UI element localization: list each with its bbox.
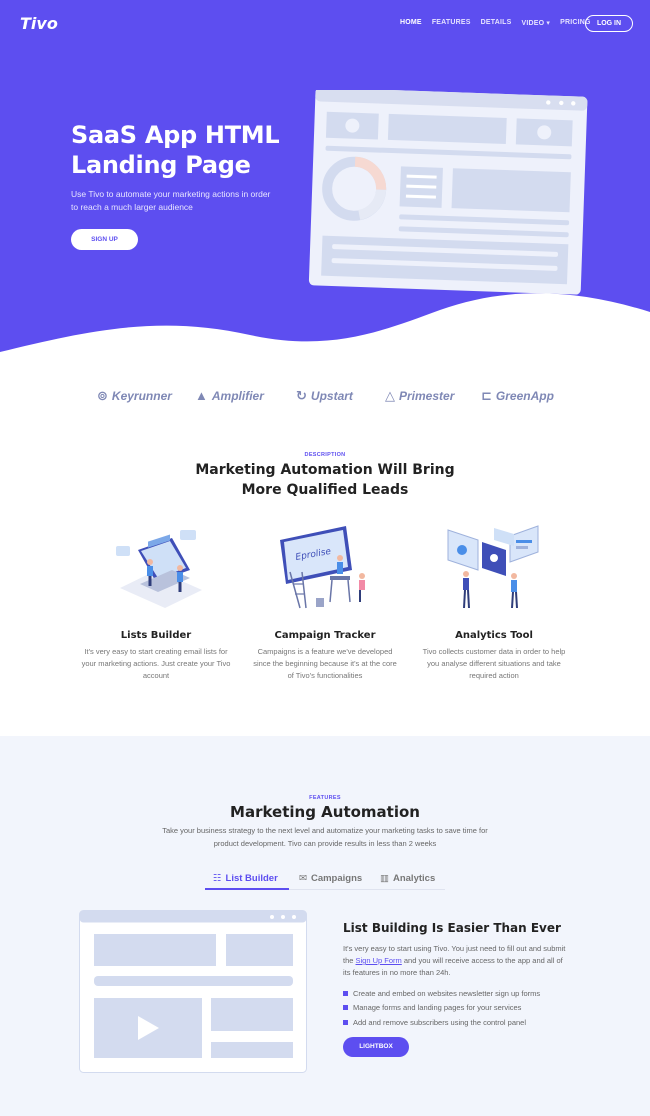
- feature-text-analytics-tool: Tivo collects customer data in order to …: [422, 647, 566, 680]
- upstart-icon: ↻: [296, 388, 307, 403]
- description-eyebrow: DESCRIPTION: [304, 452, 346, 458]
- nav-link-home[interactable]: HOME: [400, 19, 422, 27]
- feature-title-analytics-tool: Analytics Tool: [455, 630, 533, 641]
- brand-label: Upstart: [310, 389, 353, 403]
- tab-analytics[interactable]: ▥ Analytics: [380, 873, 435, 884]
- brand-amplifier: ▲ Amplifier: [195, 388, 264, 403]
- brand-upstart: ↻ Upstart: [296, 388, 353, 404]
- feature-title-lists-builder: Lists Builder: [120, 630, 192, 641]
- hero-browser-illustration: [308, 90, 588, 295]
- bullet-square-icon: [343, 1005, 348, 1011]
- description-title-line1: Marketing Automation Will Bring: [195, 462, 455, 478]
- features-title: Marketing Automation: [230, 803, 420, 821]
- signup-form-link[interactable]: Sign Up Form: [356, 956, 402, 965]
- list-builder-illustration: [79, 910, 307, 1073]
- primester-icon: △: [385, 388, 395, 403]
- brand-primester: △ Primester: [385, 388, 454, 404]
- brand-greenapp: ⊏ GreenApp: [481, 388, 554, 404]
- nav-links: HOME FEATURES DETAILS VIDEO ▾ PRICING: [400, 19, 591, 27]
- brand-label: Amplifier: [211, 388, 264, 403]
- panel-title: List Building Is Easier Than Ever: [343, 921, 561, 935]
- analytics-tool-illustration: [447, 525, 539, 609]
- list-icon: ☷: [213, 873, 222, 884]
- campaign-tracker-illustration: Eprolise: [280, 526, 365, 609]
- panel-text: It's very easy to start using Tivo. You …: [343, 943, 568, 979]
- keyrunner-icon: ⊚: [97, 388, 108, 403]
- nav-link-video[interactable]: VIDEO ▾: [521, 19, 550, 27]
- feature-title-campaign-tracker: Campaign Tracker: [274, 630, 376, 641]
- hero-title: SaaS App HTML Landing Page: [71, 121, 280, 179]
- feature-text-lists-builder: It's very easy to start creating email l…: [81, 647, 231, 680]
- tab-label: Campaigns: [310, 873, 363, 884]
- features-subtitle: Take your business strategy to the next …: [162, 826, 488, 848]
- hero-section: Tivo HOME FEATURES DETAILS VIDEO ▾ PRICI…: [0, 0, 650, 360]
- partner-logos: ⊚ Keyrunner ▲ Amplifier ↻ Upstart △ Prim…: [0, 388, 650, 408]
- list-item: Add and remove subscribers using the con…: [343, 1015, 583, 1030]
- list-item: Manage forms and landing pages for your …: [343, 1001, 583, 1016]
- bullet-text: Create and embed on websites newsletter …: [353, 988, 541, 998]
- list-item: Create and embed on websites newsletter …: [343, 986, 583, 1001]
- feature-tabs: ☷ List Builder ✉ Campaigns ▥ Analytics: [205, 873, 445, 890]
- hero-wave: [0, 293, 650, 360]
- lists-builder-illustration: [116, 530, 202, 608]
- bullet-square-icon: [343, 990, 348, 996]
- envelope-icon: ✉: [299, 873, 307, 884]
- lightbox-button[interactable]: LIGHTBOX: [343, 1037, 409, 1057]
- features-eyebrow: FEATURES: [309, 795, 341, 801]
- nav-link-details[interactable]: DETAILS: [481, 19, 512, 27]
- amplifier-icon: ▲: [195, 388, 208, 403]
- tab-label: List Builder: [225, 873, 278, 884]
- hero-subtitle: Use Tivo to automate your marketing acti…: [71, 189, 271, 212]
- logo[interactable]: Tivo: [20, 14, 58, 33]
- greenapp-icon: ⊏: [481, 388, 492, 403]
- tab-campaigns[interactable]: ✉ Campaigns: [299, 873, 362, 884]
- brand-label: Primester: [399, 389, 455, 403]
- active-tab-indicator: [205, 888, 289, 890]
- brand-label: Keyrunner: [111, 389, 172, 403]
- brand-keyrunner: ⊚ Keyrunner: [97, 388, 172, 404]
- bullet-square-icon: [343, 1019, 348, 1025]
- description-title-line2: More Qualified Leads: [241, 482, 409, 498]
- signup-button[interactable]: SIGN UP: [71, 229, 138, 250]
- tab-label: Analytics: [392, 873, 436, 884]
- login-button[interactable]: LOG IN: [585, 15, 633, 32]
- navbar: Tivo HOME FEATURES DETAILS VIDEO ▾ PRICI…: [0, 0, 650, 48]
- panel-bullets: Create and embed on websites newsletter …: [343, 986, 583, 1030]
- bullet-text: Manage forms and landing pages for your …: [353, 1003, 522, 1013]
- bullet-text: Add and remove subscribers using the con…: [353, 1017, 527, 1027]
- tab-list-builder[interactable]: ☷ List Builder: [213, 873, 278, 884]
- brand-label: GreenApp: [495, 389, 554, 403]
- nav-link-features[interactable]: FEATURES: [432, 19, 471, 27]
- bar-chart-icon: ▥: [380, 873, 389, 884]
- feature-text-campaign-tracker: Campaigns is a feature we've developed s…: [253, 647, 397, 680]
